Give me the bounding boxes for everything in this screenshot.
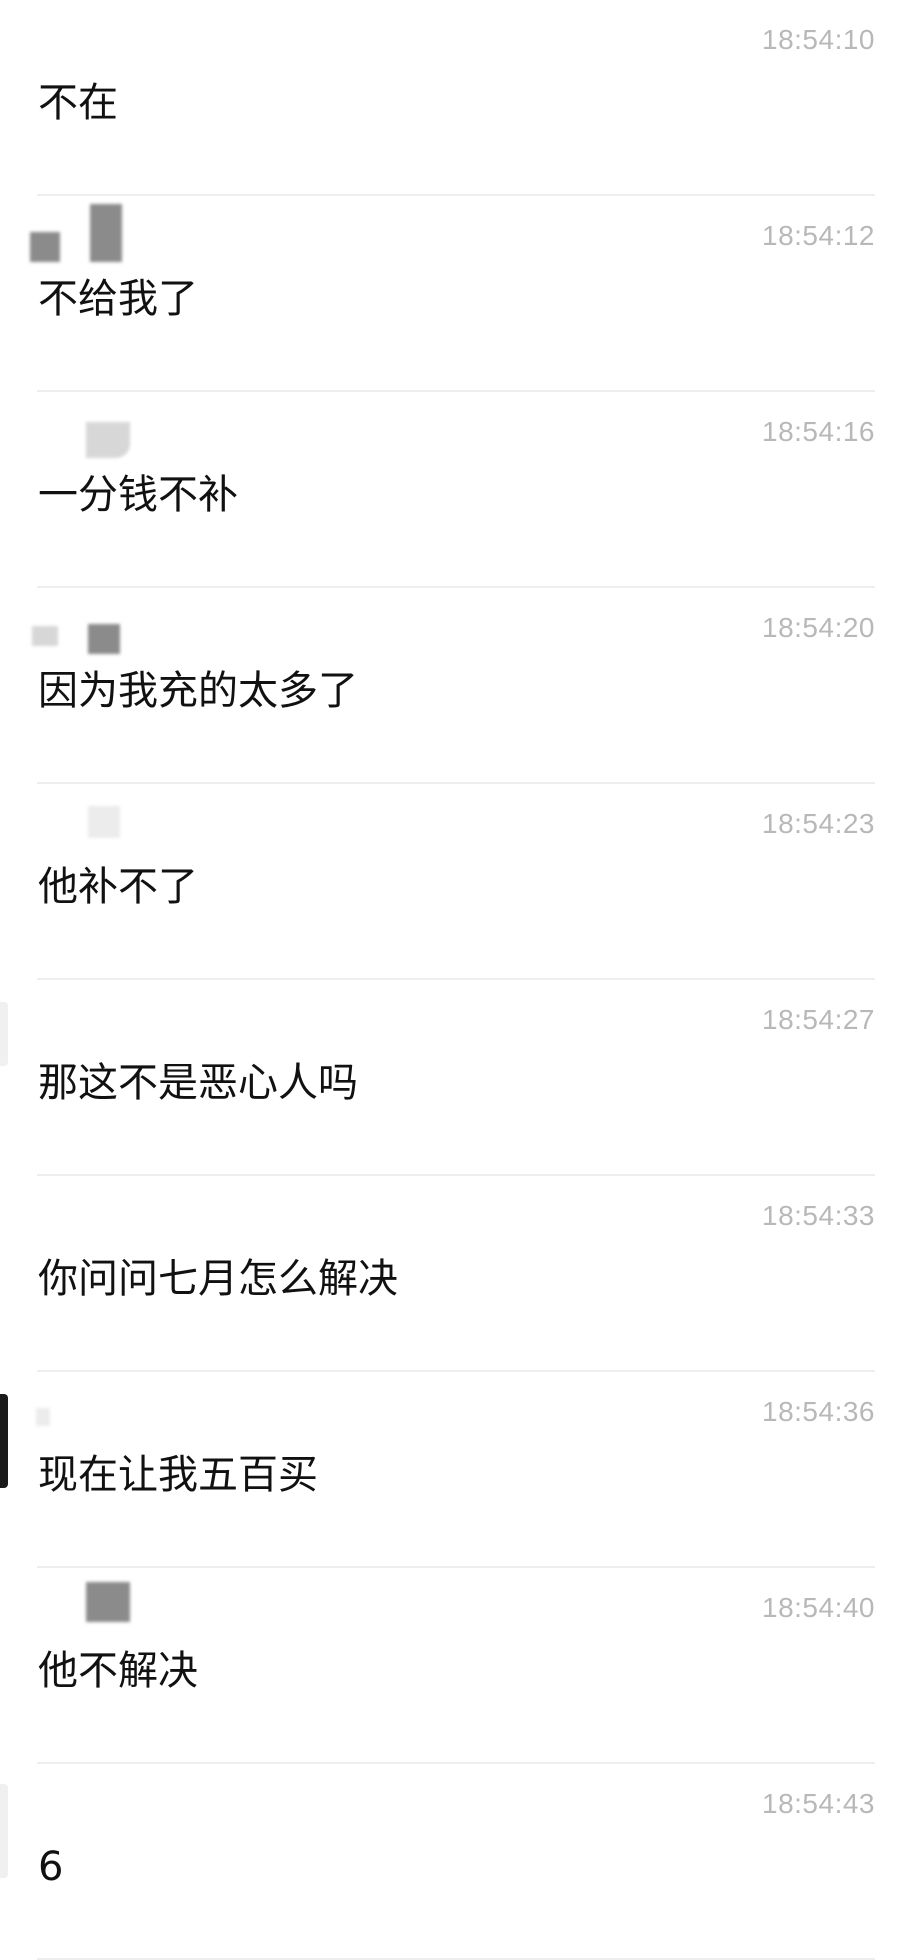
- redacted-sender-name: [88, 806, 120, 838]
- message-row[interactable]: 18:54:20 因为我充的太多了: [0, 588, 915, 784]
- message-row[interactable]: 18:54:27 那这不是恶心人吗: [0, 980, 915, 1176]
- message-text: 一分钱不补: [38, 472, 238, 518]
- message-row[interactable]: 18:54:36 现在让我五百买: [0, 1372, 915, 1568]
- message-text: 他补不了: [38, 864, 198, 910]
- message-row[interactable]: 18:54:16 一分钱不补: [0, 392, 915, 588]
- avatar: [0, 1002, 8, 1066]
- message-text: 因为我充的太多了: [38, 668, 358, 714]
- redacted-sender-name: [88, 624, 120, 654]
- message-row[interactable]: 18:54:12 不给我了: [0, 196, 915, 392]
- message-text: 现在让我五百买: [38, 1452, 318, 1498]
- message-timestamp: 18:54:33: [762, 1200, 875, 1231]
- avatar: [0, 1784, 8, 1878]
- redacted-sender-name: [32, 626, 58, 646]
- message-row[interactable]: 18:54:40 他不解决: [0, 1568, 915, 1764]
- message-timestamp: 18:54:10: [762, 24, 875, 55]
- redacted-sender-name: [86, 1582, 130, 1622]
- chat-message-list[interactable]: 18:54:10 不在 18:54:12 不给我了 18:54:16 一分钱不补…: [0, 0, 915, 1960]
- message-text: 不给我了: [38, 276, 198, 322]
- redacted-sender-name: [86, 422, 130, 458]
- redacted-sender-name: [90, 204, 122, 262]
- message-timestamp: 18:54:20: [762, 612, 875, 643]
- redacted-sender-name: [36, 1408, 50, 1426]
- message-timestamp: 18:54:16: [762, 416, 875, 447]
- message-timestamp: 18:54:23: [762, 808, 875, 839]
- message-row[interactable]: 18:54:33 你问问七月怎么解决: [0, 1176, 915, 1372]
- message-timestamp: 18:54:36: [762, 1396, 875, 1427]
- message-text: 不在: [38, 80, 118, 126]
- message-text: 那这不是恶心人吗: [38, 1060, 358, 1106]
- message-timestamp: 18:54:40: [762, 1592, 875, 1623]
- message-text: 你问问七月怎么解决: [38, 1256, 398, 1302]
- message-timestamp: 18:54:27: [762, 1004, 875, 1035]
- message-row[interactable]: 18:54:10 不在: [0, 0, 915, 196]
- redacted-sender-name: [30, 232, 60, 262]
- message-timestamp: 18:54:12: [762, 220, 875, 251]
- avatar: [0, 1394, 8, 1488]
- message-text: 6: [38, 1844, 64, 1890]
- message-row[interactable]: 18:54:23 他补不了: [0, 784, 915, 980]
- message-timestamp: 18:54:43: [762, 1788, 875, 1819]
- message-row[interactable]: 18:54:43 6: [0, 1764, 915, 1960]
- message-text: 他不解决: [38, 1648, 198, 1694]
